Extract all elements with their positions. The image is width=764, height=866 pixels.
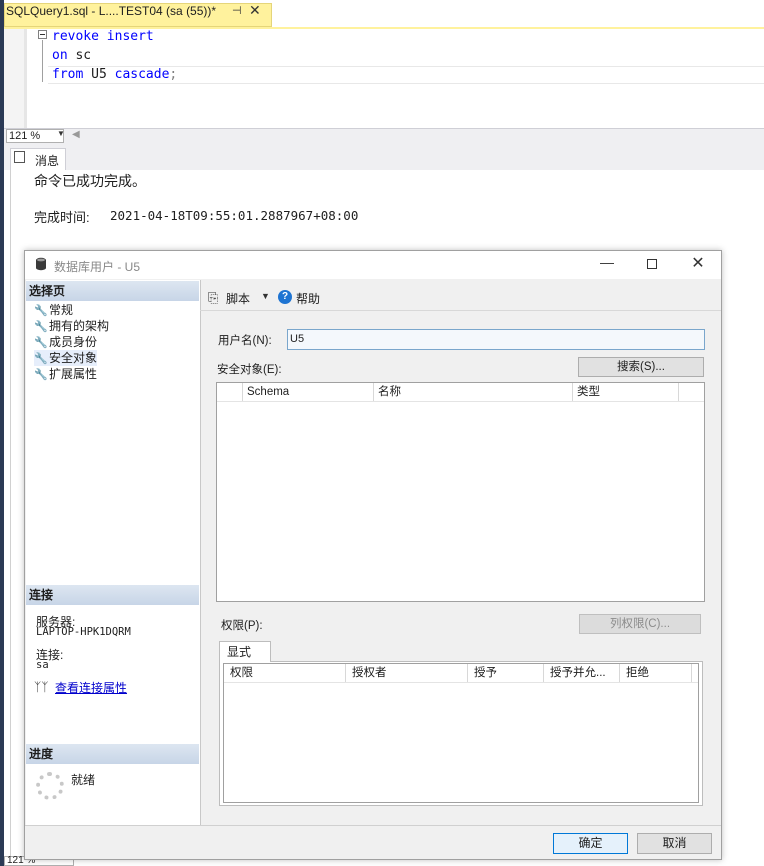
completion-time-label: 完成时间: bbox=[34, 210, 90, 225]
editor-gutter bbox=[4, 29, 24, 129]
grid-header-divider bbox=[217, 401, 704, 402]
page-item-extended-properties[interactable]: 🔧扩展属性 bbox=[34, 366, 97, 382]
chevron-down-icon[interactable]: ▼ bbox=[261, 291, 270, 301]
progress-header: 进度 bbox=[26, 744, 199, 764]
connection-header: 连接 bbox=[26, 585, 199, 605]
fold-guide-line bbox=[42, 40, 43, 82]
column-header-schema[interactable]: Schema bbox=[243, 383, 374, 401]
server-value: LAPTOP-HPK1DQRM bbox=[36, 626, 131, 638]
wrench-icon: 🔧 bbox=[34, 337, 48, 349]
wrench-icon: 🔧 bbox=[34, 369, 48, 381]
code-line-1[interactable]: revoke insert bbox=[52, 29, 154, 44]
column-header-deny[interactable]: 拒绝 bbox=[620, 664, 692, 682]
tab-messages-label[interactable]: 消息 bbox=[35, 152, 59, 169]
keyword: on bbox=[52, 48, 68, 63]
page-item-label: 常规 bbox=[49, 303, 74, 317]
column-permissions-button[interactable]: 列权限(C)... bbox=[579, 614, 701, 634]
search-button[interactable]: 搜索(S)... bbox=[578, 357, 704, 377]
semicolon: ; bbox=[169, 67, 178, 82]
maximize-icon bbox=[647, 259, 657, 269]
identifier: sc bbox=[75, 48, 92, 63]
results-tab-bar bbox=[4, 144, 764, 170]
page-item-securables[interactable]: 🔧安全对象 bbox=[34, 350, 98, 366]
username-input[interactable]: U5 bbox=[287, 329, 705, 350]
permissions-label: 权限(P): bbox=[221, 620, 263, 632]
pin-icon[interactable]: ⊣ bbox=[232, 4, 242, 17]
identifier: U5 bbox=[91, 67, 107, 82]
username-label: 用户名(N): bbox=[218, 335, 272, 347]
editor-status-bar bbox=[4, 128, 764, 145]
page-item-label: 安全对象 bbox=[49, 351, 98, 365]
keyword: from bbox=[52, 67, 84, 82]
securables-row-header bbox=[217, 383, 243, 401]
column-header-type[interactable]: 类型 bbox=[573, 383, 679, 401]
code-line-3[interactable]: from U5 cascade; bbox=[52, 67, 177, 82]
cancel-button[interactable]: 取消 bbox=[637, 833, 712, 854]
connection-value: sa bbox=[36, 659, 49, 671]
scroll-left-icon[interactable]: ◀ bbox=[72, 129, 80, 140]
dialog-footer-divider bbox=[25, 825, 721, 826]
page-item-label: 成员身份 bbox=[49, 335, 98, 349]
document-tab-title[interactable]: SQLQuery1.sql - L....TEST04 (sa (55))* bbox=[6, 4, 216, 18]
help-button[interactable]: 帮助 bbox=[296, 290, 320, 307]
zoom-select[interactable]: 121 % bbox=[6, 129, 64, 143]
wrench-icon: 🔧 bbox=[34, 321, 48, 333]
column-header-permission[interactable]: 权限 bbox=[224, 664, 346, 682]
wrench-icon: 🔧 bbox=[34, 353, 48, 365]
progress-status: 就绪 bbox=[71, 773, 96, 787]
completion-time-value: 2021-04-18T09:55:01.2887967+08:00 bbox=[110, 208, 359, 223]
connection-properties-icon: ᛉᛉ bbox=[34, 680, 49, 694]
code-line-2[interactable]: on sc bbox=[52, 48, 91, 63]
view-connection-properties-link[interactable]: 查看连接属性 bbox=[55, 679, 127, 696]
tab-explicit[interactable]: 显式 bbox=[219, 641, 271, 662]
ok-button[interactable]: 确定 bbox=[553, 833, 628, 854]
select-page-header: 选择页 bbox=[26, 281, 199, 301]
securables-grid[interactable] bbox=[216, 382, 705, 602]
script-icon[interactable]: ⎘ bbox=[208, 290, 218, 306]
close-tab-icon[interactable]: ✕ bbox=[249, 2, 261, 19]
securables-label: 安全对象(E): bbox=[217, 364, 282, 376]
page-item-owned-schemas[interactable]: 🔧拥有的架构 bbox=[34, 318, 109, 334]
results-pane-border bbox=[10, 170, 11, 866]
page-item-general[interactable]: 🔧常规 bbox=[34, 302, 73, 318]
column-header-grant[interactable]: 授予 bbox=[468, 664, 544, 682]
page-item-membership[interactable]: 🔧成员身份 bbox=[34, 334, 97, 350]
messages-icon bbox=[14, 151, 25, 163]
column-header-with-grant[interactable]: 授予并允... bbox=[544, 664, 620, 682]
wrench-icon: 🔧 bbox=[34, 305, 48, 317]
result-message: 命令已成功完成。 bbox=[34, 173, 146, 189]
column-header-grantor[interactable]: 授权者 bbox=[346, 664, 468, 682]
page-item-label: 扩展属性 bbox=[49, 367, 98, 381]
chevron-down-icon[interactable]: ▼ bbox=[57, 129, 65, 138]
column-header-name[interactable]: 名称 bbox=[374, 383, 573, 401]
dialog-title: 数据库用户 - U5 bbox=[54, 260, 141, 274]
minimize-button[interactable]: — bbox=[596, 254, 618, 274]
collapse-minus-glyph bbox=[40, 34, 45, 35]
script-button[interactable]: 脚本 bbox=[226, 290, 250, 307]
permissions-grid[interactable] bbox=[223, 663, 699, 803]
keyword: cascade bbox=[114, 67, 170, 82]
keyword: insert bbox=[106, 29, 154, 44]
toolbar-divider bbox=[200, 310, 721, 311]
help-icon[interactable]: ? bbox=[278, 290, 292, 304]
progress-spinner-icon bbox=[36, 772, 64, 800]
database-icon bbox=[36, 257, 46, 271]
keyword: revoke bbox=[52, 29, 99, 44]
page-item-label: 拥有的架构 bbox=[49, 319, 110, 333]
grid-header-divider bbox=[224, 682, 698, 683]
change-marker-bar bbox=[24, 29, 27, 129]
close-dialog-button[interactable]: ✕ bbox=[687, 253, 709, 273]
